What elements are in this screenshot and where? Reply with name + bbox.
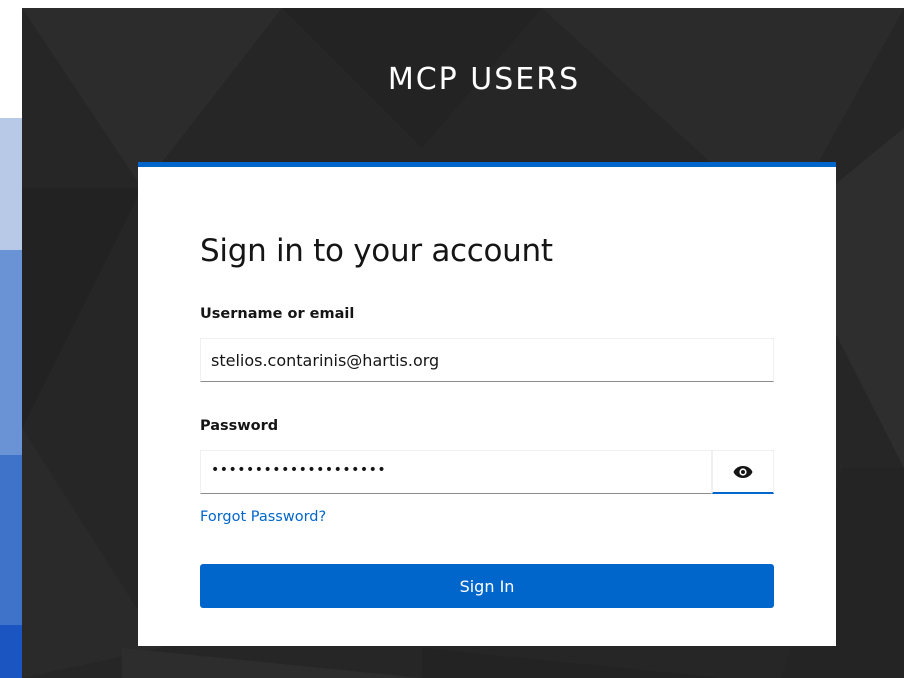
username-label: Username or email <box>200 306 355 322</box>
password-label: Password <box>200 418 279 434</box>
show-password-button[interactable] <box>712 450 774 494</box>
page-title: Sign in to your account <box>200 233 553 269</box>
screen: MCP USERS Sign in to your account Userna… <box>0 0 904 678</box>
sign-in-button[interactable]: Sign In <box>200 564 774 608</box>
underlying-page-strip <box>0 0 22 678</box>
password-group: •••••••••••••••••••• <box>200 450 774 494</box>
page-band <box>0 250 22 455</box>
password-field[interactable]: •••••••••••••••••••• <box>200 450 712 494</box>
username-field[interactable] <box>200 338 774 382</box>
login-card: Sign in to your account Username or emai… <box>138 162 836 646</box>
page-band <box>0 118 22 250</box>
page-band <box>0 625 22 678</box>
forgot-password-link[interactable]: Forgot Password? <box>200 509 326 525</box>
brand-title: MCP USERS <box>387 62 581 97</box>
page-band <box>0 455 22 625</box>
password-value: •••••••••••••••••••• <box>211 462 387 478</box>
eye-icon <box>733 465 753 478</box>
